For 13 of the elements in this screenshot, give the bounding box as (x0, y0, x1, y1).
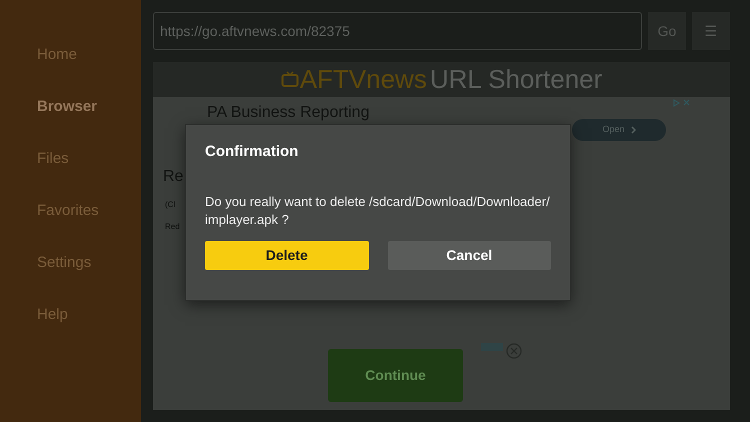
cancel-button[interactable]: Cancel (388, 241, 551, 270)
dialog-message: Do you really want to delete /sdcard/Download/Downloader/ implayer.apk ? (205, 192, 551, 228)
url-field[interactable]: https://go.aftvnews.com/82375 (153, 12, 642, 50)
dialog-title: Confirmation (205, 142, 300, 162)
delete-button[interactable]: Delete (205, 241, 368, 270)
close-icon[interactable] (683, 99, 690, 106)
menu-button[interactable]: ☰ (692, 12, 730, 50)
ad-choices-icon (673, 99, 680, 107)
sidebar-item[interactable]: Browser (37, 96, 141, 118)
tv-icon (280, 70, 299, 88)
site-logo: AFTVnews (300, 63, 427, 96)
chevron-icon (630, 126, 636, 134)
continue-button[interactable]: Continue (328, 349, 463, 402)
